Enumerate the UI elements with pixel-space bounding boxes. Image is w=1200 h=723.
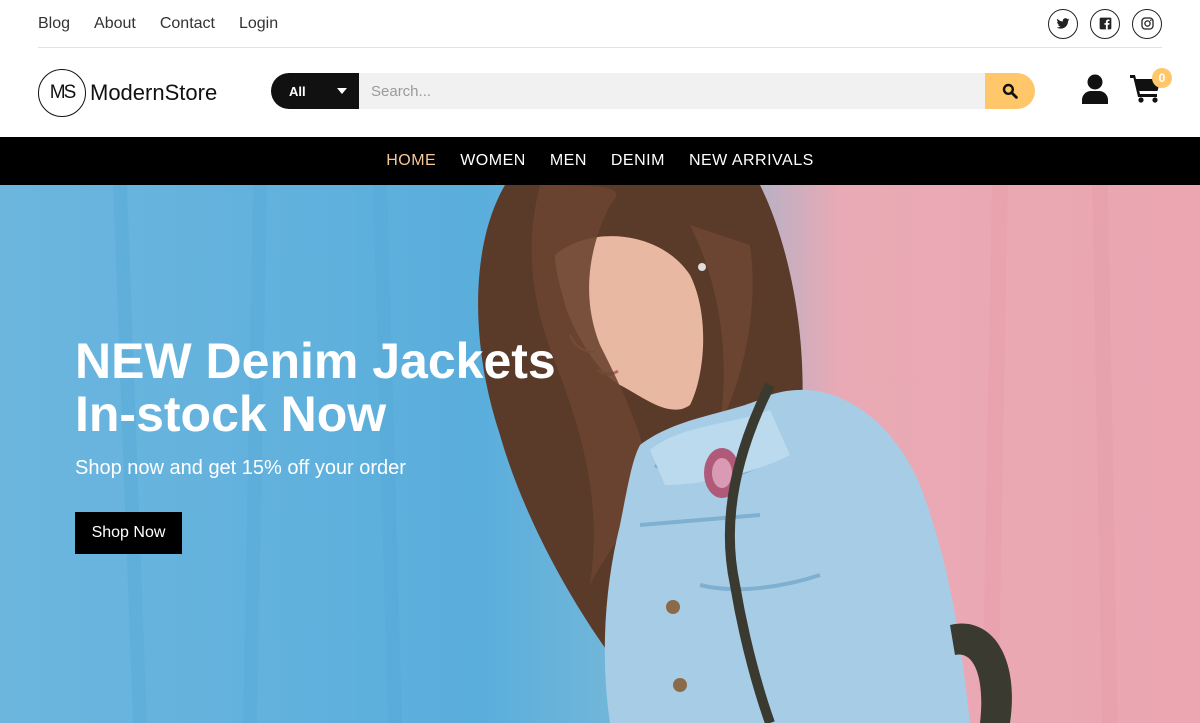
cart-count-badge: 0 [1152, 68, 1172, 88]
social-links [1048, 8, 1162, 39]
instagram-icon[interactable] [1132, 8, 1162, 39]
hero-title-line-1: NEW Denim Jackets [75, 333, 556, 389]
nav-new-arrivals[interactable]: NEW ARRIVALS [689, 152, 814, 170]
site-header: MS ModernStore All 0 [38, 49, 1174, 137]
search-bar: All [271, 73, 1035, 109]
link-contact[interactable]: Contact [160, 15, 215, 33]
nav-denim[interactable]: DENIM [611, 152, 665, 170]
main-nav: HOME WOMEN MEN DENIM NEW ARRIVALS [0, 137, 1200, 185]
top-utility-bar: Blog About Contact Login [38, 0, 1162, 48]
store-logo[interactable]: MS ModernStore [38, 69, 217, 117]
twitter-icon[interactable] [1048, 8, 1078, 39]
logo-mark: MS [38, 69, 86, 117]
nav-women[interactable]: WOMEN [460, 152, 526, 170]
nav-home[interactable]: HOME [386, 152, 436, 170]
logo-text: ModernStore [90, 80, 218, 105]
hero-title-line-2: In-stock Now [75, 386, 387, 442]
facebook-icon[interactable] [1090, 8, 1120, 39]
link-about[interactable]: About [94, 15, 136, 33]
hero-subtitle: Shop now and get 15% off your order [75, 457, 406, 479]
search-button[interactable] [985, 73, 1035, 109]
link-blog[interactable]: Blog [38, 15, 70, 33]
hero-photo [113, 185, 1118, 723]
search-category-select[interactable]: All [271, 73, 359, 109]
chevron-down-icon [337, 88, 347, 94]
user-icon[interactable] [1082, 74, 1108, 109]
search-category-label: All [289, 83, 306, 99]
nav-men[interactable]: MEN [550, 152, 587, 170]
top-links: Blog About Contact Login [38, 15, 278, 33]
hero-title: NEW Denim Jackets In-stock Now [75, 335, 556, 441]
link-login[interactable]: Login [239, 15, 278, 33]
shop-now-button[interactable]: Shop Now [75, 512, 182, 554]
hero-banner: NEW Denim Jackets In-stock Now Shop now … [0, 185, 1200, 723]
search-icon [1002, 83, 1018, 99]
search-input[interactable] [359, 73, 985, 109]
